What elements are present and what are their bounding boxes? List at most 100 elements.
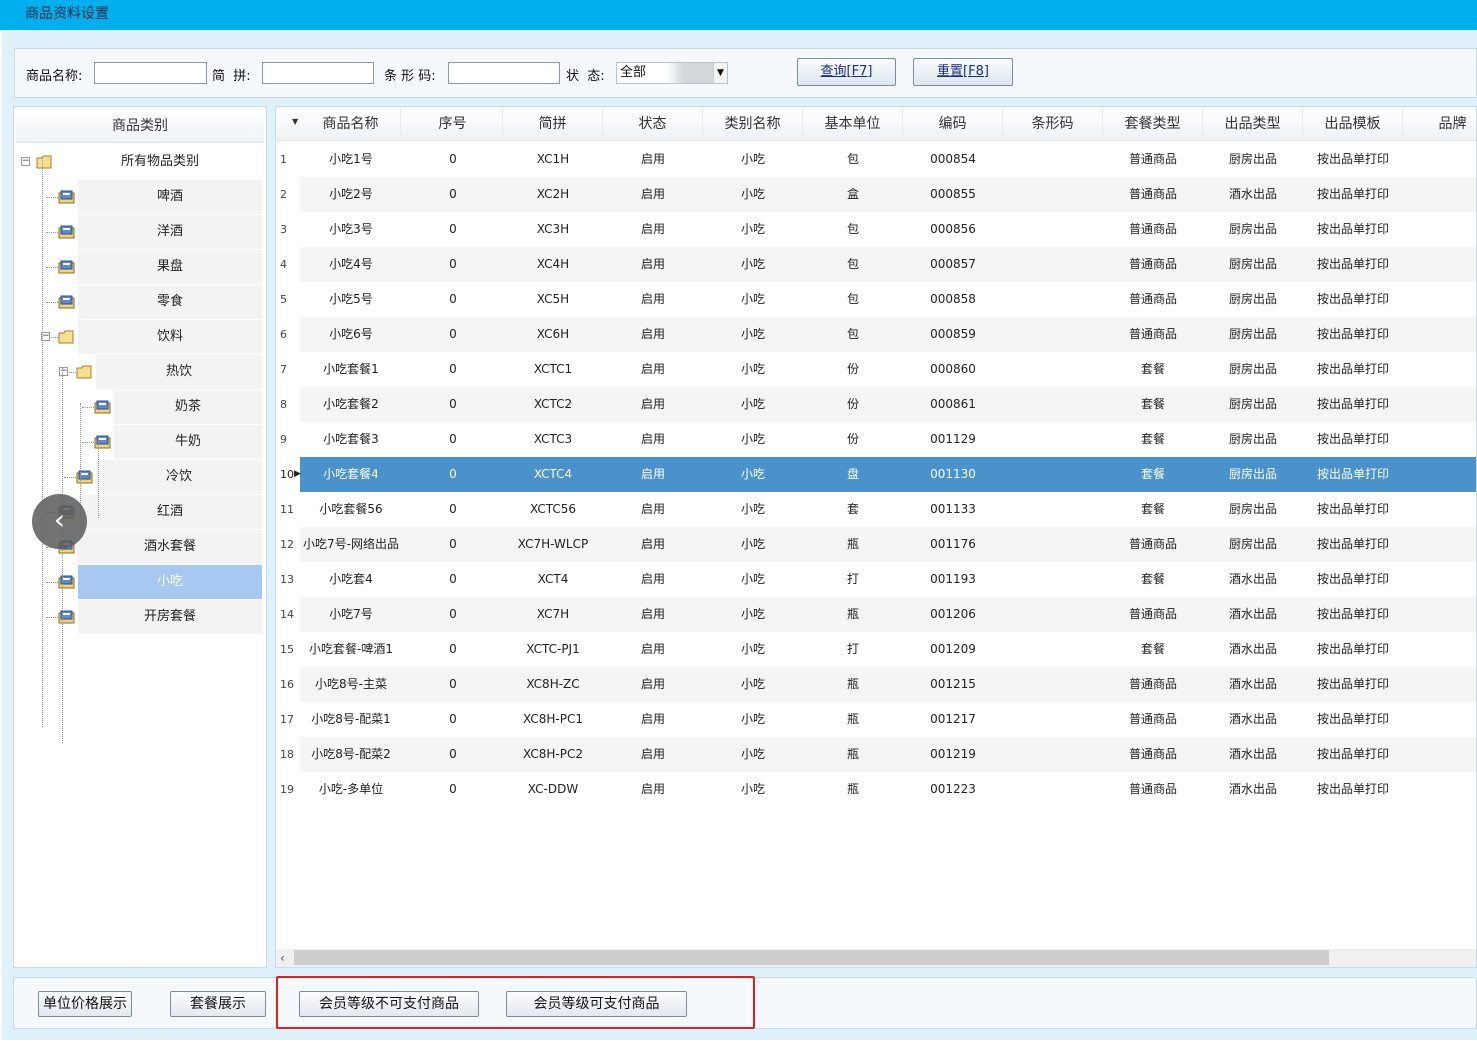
table-row[interactable]: 5 小吃5号 0 XC5H 启用 小吃 包 000858 普通商品 厨房出品 按出品单打印 [276, 282, 1476, 317]
table-row[interactable]: 1 小吃1号 0 XC1H 启用 小吃 包 000854 普通商品 厨房出品 按出品单打印 [276, 142, 1476, 177]
table-cell: 启用 [640, 397, 665, 411]
table-cell: 小吃4号 [329, 257, 373, 271]
tree-expander-icon[interactable]: − [59, 367, 68, 376]
tree-item[interactable]: 冷饮 [96, 460, 262, 494]
chevron-left-icon[interactable]: ‹ [32, 494, 87, 549]
tree-item[interactable]: 饮料 [78, 320, 262, 354]
tree-item[interactable]: 洋酒 [78, 215, 262, 249]
horizontal-scrollbar[interactable]: ‹ [276, 949, 1476, 967]
table-row[interactable]: 2 小吃2号 0 XC2H 启用 小吃 盒 000855 普通商品 酒水出品 按出品单打印 [276, 177, 1476, 212]
reset-button[interactable]: 重置[F8] [913, 58, 1013, 86]
tree-item[interactable]: 果盘 [78, 250, 262, 284]
column-header[interactable]: 出品模板 [1303, 107, 1403, 141]
column-header[interactable]: 简拼 [503, 107, 603, 141]
query-button[interactable]: 查询[F7] [797, 58, 896, 86]
table-row[interactable]: 3 小吃3号 0 XC3H 启用 小吃 包 000856 普通商品 厨房出品 按出品单打印 [276, 212, 1476, 247]
table-cell: XCTC56 [529, 502, 576, 516]
table-row[interactable]: 11 小吃套餐56 0 XCTC56 启用 小吃 套 001133 套餐 厨房出品 按出品单打印 [276, 492, 1476, 527]
table-row[interactable]: 8 小吃套餐2 0 XCTC2 启用 小吃 份 000861 套餐 厨房出品 按出品单打印 [276, 387, 1476, 422]
table-row[interactable]: 12 小吃7号-网络出品 0 XC7H-WLCP 启用 小吃 瓶 001176 普通商品 厨房出品… [276, 527, 1476, 562]
tree-item[interactable]: 所有物品类别 [58, 145, 262, 179]
table-cell: 厨房出品 [1228, 397, 1277, 411]
column-header[interactable]: 出品类型 [1203, 107, 1303, 141]
table-cell: 普通商品 [1128, 607, 1177, 621]
package-display-button[interactable]: 套餐展示 [170, 991, 266, 1017]
table-cell [1003, 702, 1103, 737]
table-cell: 小吃套餐2 [323, 397, 379, 411]
table-cell: XCTC4 [533, 467, 573, 481]
table-row[interactable]: 9 小吃套餐3 0 XCTC3 启用 小吃 份 001129 套餐 厨房出品 按出品单打印 [276, 422, 1476, 457]
table-row[interactable]: 18 小吃8号-配菜2 0 XC8H-PC2 启用 小吃 瓶 001219 普通商品 酒水出品 按出… [276, 737, 1476, 772]
table-cell: 001223 [930, 782, 976, 796]
table-row[interactable]: 7 小吃套餐1 0 XCTC1 启用 小吃 份 000860 套餐 厨房出品 按出品单打印 [276, 352, 1476, 387]
table-cell: XC1H [536, 152, 570, 166]
table-cell: 盘 [846, 467, 859, 481]
tree-connector [46, 582, 58, 583]
table-cell: 0 [449, 187, 457, 201]
tree-expander-icon[interactable]: − [21, 157, 30, 166]
table-cell [1003, 632, 1103, 667]
column-header[interactable]: 类别名称 [703, 107, 803, 141]
table-cell: 0 [449, 152, 457, 166]
table-row[interactable]: 6 小吃6号 0 XC6H 启用 小吃 包 000859 普通商品 厨房出品 按出品单打印 [276, 317, 1476, 352]
tree-item[interactable]: 啤酒 [78, 180, 262, 214]
column-header[interactable]: 状态 [603, 107, 703, 141]
table-cell [1003, 177, 1103, 212]
table-cell [1403, 632, 1476, 667]
table-cell: 启用 [640, 152, 665, 166]
table-row[interactable]: 17 小吃8号-配菜1 0 XC8H-PC1 启用 小吃 瓶 001217 普通商品 酒水出品 按出… [276, 702, 1476, 737]
scroll-left-icon[interactable]: ‹ [280, 949, 290, 967]
dropdown-arrow-icon[interactable]: ▼ [713, 63, 727, 83]
status-select[interactable]: 全部 ▼ [616, 62, 728, 84]
table-row[interactable]: 14 小吃7号 0 XC7H 启用 小吃 瓶 001206 普通商品 酒水出品 按出品单打印 [276, 597, 1476, 632]
table-cell: 瓶 [846, 537, 859, 551]
barcode-input[interactable] [448, 62, 560, 84]
table-cell: 启用 [640, 572, 665, 586]
table-cell: 启用 [640, 712, 665, 726]
table-cell: 小吃7号-网络出品 [303, 537, 399, 551]
table-cell: 001217 [930, 712, 976, 726]
panel-splitter[interactable] [268, 106, 274, 968]
table-cell: 000860 [930, 362, 976, 376]
table-cell [1003, 737, 1103, 772]
tree-item[interactable]: 奶茶 [114, 390, 262, 424]
column-header[interactable]: 序号 [403, 107, 503, 141]
table-cell [1403, 352, 1476, 387]
table-row[interactable]: 19 小吃-多单位 0 XC-DDW 启用 小吃 瓶 001223 普通商品 酒水出品 按出品单打印 [276, 772, 1476, 807]
table-cell: 套 [846, 502, 859, 516]
tree-item[interactable]: 热饮 [96, 355, 262, 389]
tree-item[interactable]: 小吃 [78, 565, 262, 599]
tree-item[interactable]: 红酒 [78, 495, 262, 529]
column-header[interactable]: 商品名称 [301, 107, 401, 141]
table-row[interactable]: 4 小吃4号 0 XC4H 启用 小吃 包 000857 普通商品 厨房出品 按出品单打印 [276, 247, 1476, 282]
table-cell: 按出品单打印 [1316, 642, 1389, 656]
sort-indicator-icon[interactable]: ▼ [292, 107, 298, 137]
column-header[interactable]: 品牌 [1403, 107, 1476, 141]
tree-item[interactable]: 牛奶 [114, 425, 262, 459]
table-cell: 启用 [640, 222, 665, 236]
table-row[interactable]: 10 ▶ 小吃套餐4 0 XCTC4 启用 小吃盘 001130 套餐 厨房出品 按出品单打印 [276, 457, 1476, 492]
pinyin-input[interactable] [262, 62, 374, 84]
column-header[interactable]: 条形码 [1003, 107, 1103, 141]
table-cell: 0 [449, 467, 457, 481]
table-row[interactable]: 13 小吃套4 0 XCT4 启用 小吃 打 001193 套餐 酒水出品 按出品单打印 [276, 562, 1476, 597]
tree-connector [82, 407, 94, 408]
column-header[interactable]: 编码 [903, 107, 1003, 141]
table-cell: 0 [449, 292, 457, 306]
table-cell: 包 [846, 327, 859, 341]
table-cell: 小吃 [740, 397, 765, 411]
table-cell: 厨房出品 [1228, 327, 1277, 341]
table-cell: 普通商品 [1128, 187, 1177, 201]
table-cell: 厨房出品 [1228, 432, 1277, 446]
tree-item[interactable]: 酒水套餐 [78, 530, 262, 564]
column-header[interactable]: 套餐类型 [1103, 107, 1203, 141]
column-header[interactable]: 基本单位 [803, 107, 903, 141]
unit-price-button[interactable]: 单位价格展示 [38, 991, 132, 1017]
table-row[interactable]: 16 小吃8号-主菜 0 XC8H-ZC 启用 小吃 瓶 001215 普通商品 酒水出品 按出品单… [276, 667, 1476, 702]
row-number: 14 [276, 597, 300, 632]
scrollbar-thumb[interactable] [294, 950, 1329, 965]
tree-item[interactable]: 零食 [78, 285, 262, 319]
table-row[interactable]: 15 小吃套餐-啤酒1 0 XCTC-PJ1 启用 小吃 打 001209 套餐 酒水出品 按出品单… [276, 632, 1476, 667]
product-name-input[interactable] [94, 62, 207, 84]
tree-item[interactable]: 开房套餐 [78, 600, 262, 634]
